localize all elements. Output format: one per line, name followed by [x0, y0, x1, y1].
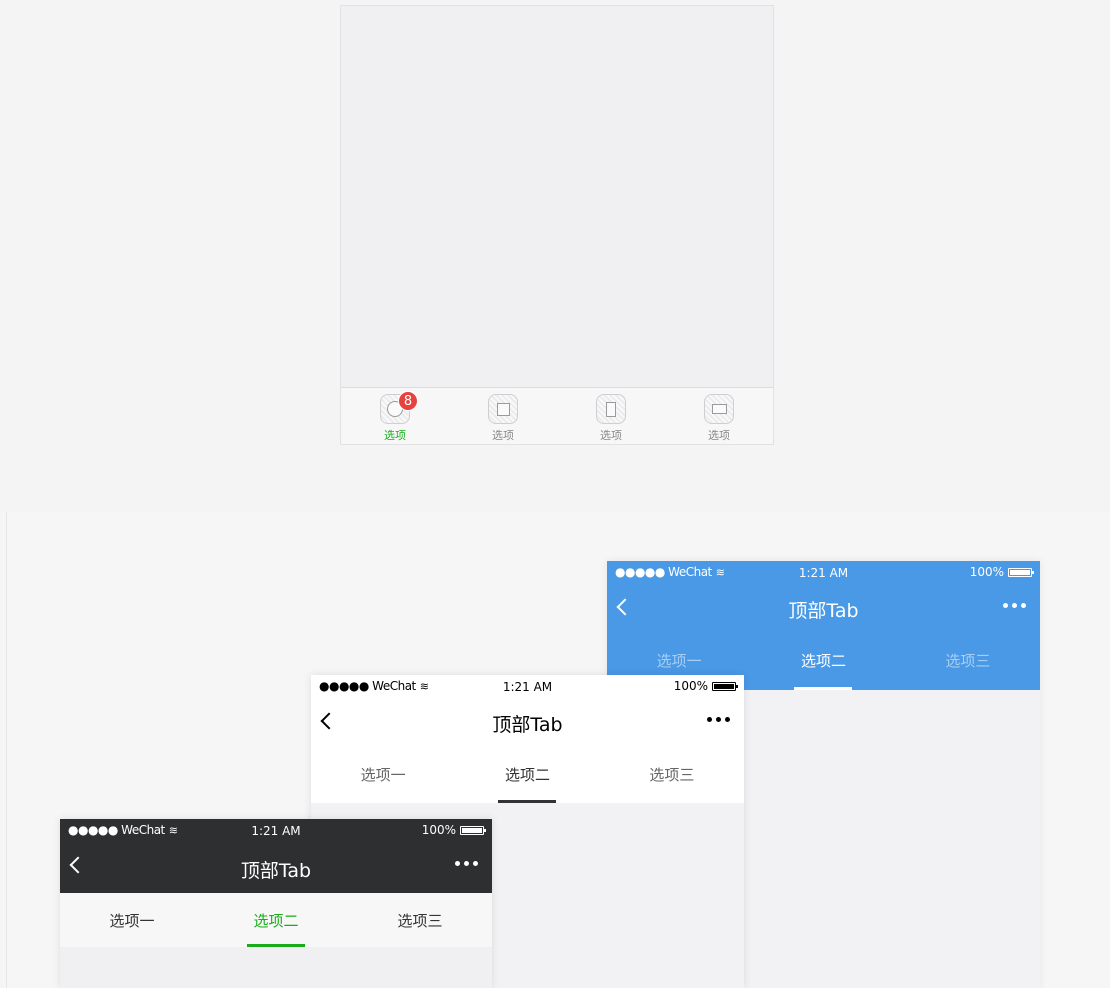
tab-option-two[interactable]: 选项二 — [204, 893, 348, 947]
bottom-tab-label: 选项 — [600, 429, 622, 442]
battery-status: 100% — [674, 679, 738, 693]
notification-badge: 8 — [398, 391, 418, 411]
battery-status: 100% — [970, 565, 1034, 579]
battery-icon — [712, 681, 738, 691]
nav-bar: 顶部Tab — [60, 845, 492, 893]
status-bar: ●●●●● WeChat ≋ 1:21 AM 100% — [60, 819, 492, 845]
back-chevron-icon[interactable] — [616, 598, 634, 616]
bottom-tab-bar: 选项 8 选项 选项 选项 — [341, 387, 773, 444]
more-dots-icon[interactable] — [707, 717, 730, 722]
square-icon — [488, 394, 518, 424]
tab-option-two[interactable]: 选项二 — [751, 631, 895, 690]
bottom-tab-3[interactable]: 选项 — [557, 388, 665, 444]
back-chevron-icon[interactable] — [69, 856, 87, 874]
bottom-tab-2[interactable]: 选项 — [449, 388, 557, 444]
tab-option-one[interactable]: 选项一 — [311, 745, 455, 803]
tab-option-two[interactable]: 选项二 — [455, 745, 599, 803]
landscape-rect-icon — [704, 394, 734, 424]
tab-option-three[interactable]: 选项三 — [600, 745, 744, 803]
top-tab-bar: 选项一 选项二 选项三 — [311, 745, 744, 803]
page-title: 顶部Tab — [492, 713, 563, 736]
status-bar: ●●●●● WeChat ≋ 1:21 AM 100% — [311, 675, 744, 701]
bottom-tab-4[interactable]: 选项 — [665, 388, 773, 444]
bottom-tab-label: 选项 — [492, 429, 514, 442]
battery-icon — [460, 825, 486, 835]
more-dots-icon[interactable] — [1003, 603, 1026, 608]
blue-header: ●●●●● WeChat ≋ 1:21 AM 100% 顶部Tab 选项一 选项二… — [607, 561, 1040, 690]
more-dots-icon[interactable] — [455, 861, 478, 866]
bottom-tab-label: 选项 — [708, 429, 730, 442]
bottom-tab-1[interactable]: 选项 8 — [341, 388, 449, 444]
phone-mockup-bottom-tabbar: 选项 8 选项 选项 选项 — [340, 5, 774, 445]
battery-status: 100% — [422, 823, 486, 837]
tab-option-one[interactable]: 选项一 — [60, 893, 204, 947]
tab-option-three[interactable]: 选项三 — [896, 631, 1040, 690]
active-tab-indicator — [498, 800, 557, 803]
portrait-rect-icon — [596, 394, 626, 424]
active-tab-indicator — [794, 687, 853, 690]
page-title: 顶部Tab — [240, 859, 312, 882]
nav-bar: 顶部Tab — [607, 587, 1040, 631]
tab-option-three[interactable]: 选项三 — [348, 893, 492, 947]
dark-header: ●●●●● WeChat ≋ 1:21 AM 100% 顶部Tab — [60, 819, 492, 893]
phone-mockup-dark-top-tabs: ●●●●● WeChat ≋ 1:21 AM 100% 顶部Tab 选项一 选项二… — [60, 819, 492, 988]
back-chevron-icon[interactable] — [320, 712, 338, 730]
page-title: 顶部Tab — [788, 599, 859, 622]
white-header: ●●●●● WeChat ≋ 1:21 AM 100% 顶部Tab 选项一 选项二… — [311, 675, 744, 803]
bottom-tab-label: 选项 — [384, 429, 406, 442]
active-tab-indicator — [247, 944, 305, 947]
nav-bar: 顶部Tab — [311, 701, 744, 745]
status-bar: ●●●●● WeChat ≋ 1:21 AM 100% — [607, 561, 1040, 587]
battery-icon — [1008, 567, 1034, 577]
top-tab-bar: 选项一 选项二 选项三 — [60, 893, 492, 947]
